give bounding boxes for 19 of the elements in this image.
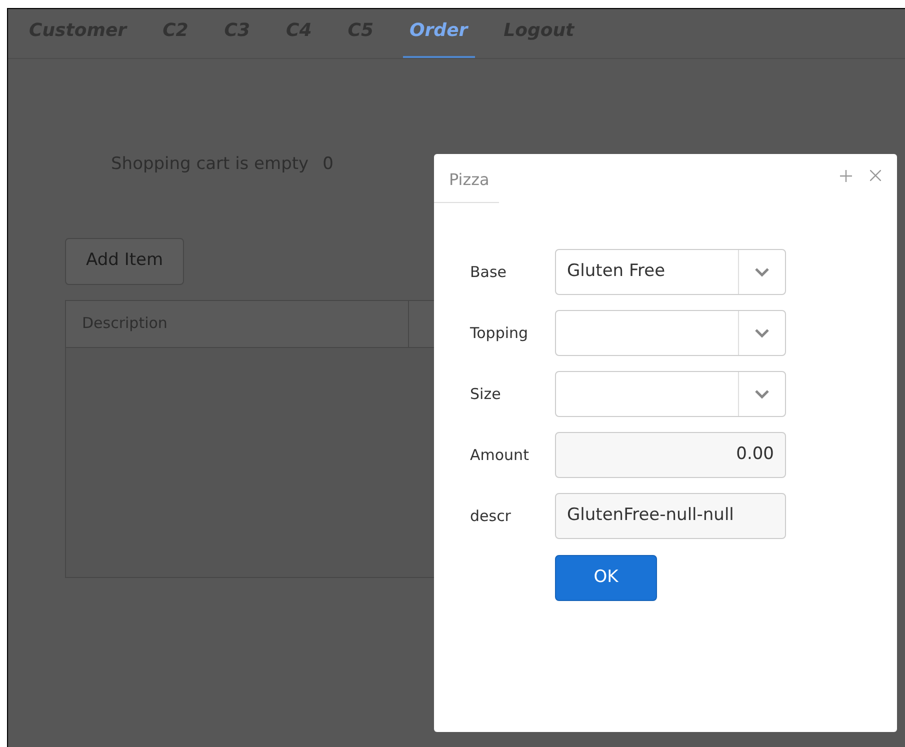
chevron-down-icon (754, 328, 770, 338)
close-icon[interactable] (870, 170, 881, 181)
maximize-icon[interactable] (840, 170, 852, 182)
field-label: Topping (470, 322, 530, 344)
amount-field[interactable]: 0.00 (555, 432, 786, 478)
field-label: Size (470, 384, 502, 405)
dropdown[interactable] (555, 310, 786, 356)
chevron-down-icon (754, 389, 770, 399)
nav-tab[interactable]: Order (402, 17, 475, 58)
dialog-title: Pizza (434, 154, 499, 203)
description-field[interactable]: GlutenFree-null-null (555, 493, 786, 539)
dropdown[interactable] (555, 371, 786, 417)
chevron-down-icon (754, 267, 770, 277)
ok-button[interactable]: OK (555, 555, 657, 601)
field-label: descr (470, 506, 512, 527)
field-label: Base (470, 262, 508, 283)
dropdown[interactable]: Gluten Free (555, 249, 786, 295)
add-item-button[interactable]: Add Item (65, 238, 184, 284)
field-label: Amount (470, 444, 530, 466)
